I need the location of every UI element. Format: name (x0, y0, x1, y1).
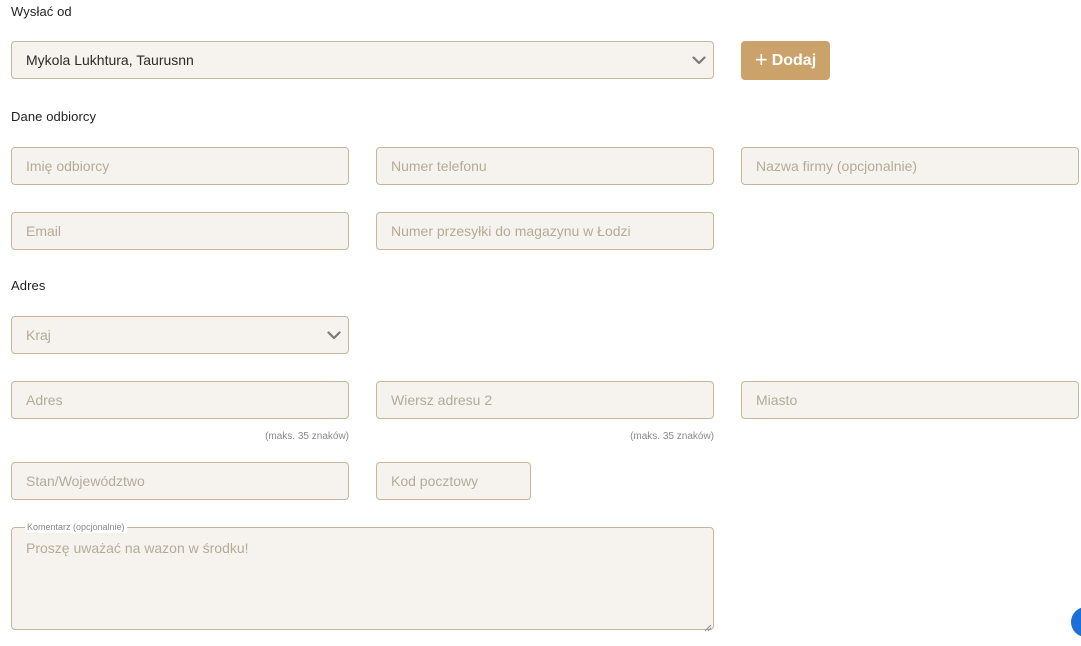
city-placeholder: Miasto (756, 392, 798, 408)
country-placeholder: Kraj (26, 327, 51, 343)
postal-code-placeholder: Kod pocztowy (391, 473, 479, 489)
shipment-number-input[interactable]: Numer przesyłki do magazynu w Łodzi (376, 212, 714, 250)
state-placeholder: Stan/Województwo (26, 473, 145, 489)
sender-select[interactable]: Mykola Lukhtura, Taurusnn (11, 41, 714, 79)
recipient-name-placeholder: Imię odbiorcy (26, 158, 110, 174)
company-placeholder: Nazwa firmy (opcjonalnie) (756, 158, 918, 174)
company-input[interactable]: Nazwa firmy (opcjonalnie) (741, 147, 1079, 185)
resize-grip-icon[interactable] (703, 619, 712, 632)
address-line2-placeholder: Wiersz adresu 2 (391, 392, 493, 408)
country-select[interactable]: Kraj (11, 316, 349, 354)
address-line1-placeholder: Adres (26, 392, 63, 408)
recipient-section-label: Dane odbiorcy (11, 109, 97, 124)
address-line1-input[interactable]: Adres (11, 381, 349, 419)
address-line2-hint: (maks. 35 znaków) (630, 431, 714, 442)
email-input[interactable]: Email (11, 212, 349, 250)
address-line1-hint: (maks. 35 znaków) (265, 431, 349, 442)
sender-select-value: Mykola Lukhtura, Taurusnn (26, 52, 194, 68)
postal-code-input[interactable]: Kod pocztowy (376, 462, 531, 500)
phone-input[interactable]: Numer telefonu (376, 147, 714, 185)
chevron-down-icon (327, 328, 341, 342)
comment-legend: Komentarz (opcjonalnie) (25, 522, 127, 533)
recipient-name-input[interactable]: Imię odbiorcy (11, 147, 349, 185)
state-input[interactable]: Stan/Województwo (11, 462, 349, 500)
plus-icon: + (754, 46, 768, 72)
address-line2-input[interactable]: Wiersz adresu 2 (376, 381, 714, 419)
shipping-form: Wysłać od Mykola Lukhtura, Taurusnn + Do… (0, 0, 1081, 646)
comment-placeholder: Proszę uważać na wazon w środku! (26, 540, 249, 556)
add-sender-button[interactable]: + Dodaj (741, 41, 830, 80)
add-sender-button-label: Dodaj (771, 51, 817, 69)
comment-textarea[interactable]: Komentarz (opcjonalnie) Proszę uważać na… (11, 522, 714, 632)
sender-section-label: Wysłać od (11, 4, 72, 19)
chat-icon[interactable] (1071, 607, 1081, 637)
shipment-number-placeholder: Numer przesyłki do magazynu w Łodzi (391, 223, 631, 239)
city-input[interactable]: Miasto (741, 381, 1079, 419)
phone-placeholder: Numer telefonu (391, 158, 487, 174)
chevron-down-icon (692, 53, 706, 67)
address-section-label: Adres (11, 278, 46, 293)
email-placeholder: Email (26, 223, 62, 239)
